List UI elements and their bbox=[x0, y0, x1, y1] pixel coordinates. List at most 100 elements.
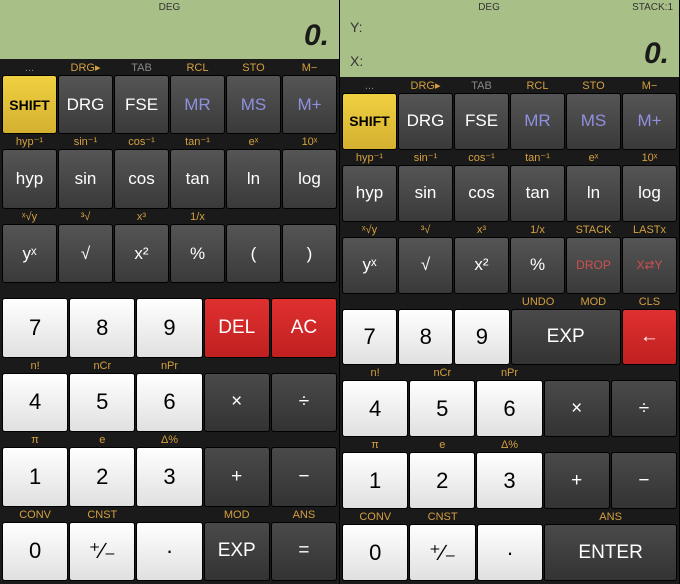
key-fse[interactable]: FSE bbox=[454, 93, 509, 150]
secondary-label: ³√ bbox=[58, 210, 113, 224]
secondary-label: x³ bbox=[114, 210, 169, 224]
key-8[interactable]: 8 bbox=[69, 298, 135, 357]
key-[interactable]: + bbox=[544, 452, 610, 509]
secondary-label: nCr bbox=[69, 359, 135, 373]
key-ms[interactable]: MS bbox=[566, 93, 621, 150]
key-5[interactable]: 5 bbox=[409, 380, 475, 437]
secondary-label bbox=[271, 433, 337, 447]
key-[interactable]: ÷ bbox=[271, 373, 337, 432]
key-exp[interactable]: EXP bbox=[204, 522, 270, 581]
key-8[interactable]: 8 bbox=[398, 309, 453, 366]
key-shift[interactable]: SHIFT bbox=[342, 93, 397, 150]
key-sin[interactable]: sin bbox=[58, 149, 113, 208]
secondary-label: ˣ√y bbox=[2, 210, 57, 224]
secondary-label: n! bbox=[2, 359, 68, 373]
key-log[interactable]: log bbox=[282, 149, 337, 208]
key-[interactable]: ⁺∕₋ bbox=[409, 524, 475, 581]
key-[interactable]: × bbox=[544, 380, 610, 437]
key-fse[interactable]: FSE bbox=[114, 75, 169, 134]
secondary-label: Δ% bbox=[476, 438, 542, 452]
secondary-label bbox=[204, 284, 270, 298]
key-[interactable]: √ bbox=[398, 237, 453, 294]
key-1[interactable]: 1 bbox=[2, 447, 68, 506]
key-[interactable]: ← bbox=[622, 309, 677, 366]
key-cos[interactable]: cos bbox=[454, 165, 509, 222]
key-3[interactable]: 3 bbox=[136, 447, 202, 506]
key-tan[interactable]: tan bbox=[170, 149, 225, 208]
key-0[interactable]: 0 bbox=[2, 522, 68, 581]
key-drop[interactable]: DROP bbox=[566, 237, 621, 294]
key-[interactable]: ( bbox=[226, 224, 281, 283]
key-0[interactable]: 0 bbox=[342, 524, 408, 581]
key-hyp[interactable]: hyp bbox=[342, 165, 397, 222]
secondary-label: 10ˣ bbox=[622, 151, 677, 165]
key-cos[interactable]: cos bbox=[114, 149, 169, 208]
key-mr[interactable]: MR bbox=[510, 93, 565, 150]
key-drg[interactable]: DRG bbox=[398, 93, 453, 150]
secondary-label: ... bbox=[2, 61, 57, 75]
key-enter[interactable]: ENTER bbox=[544, 524, 677, 581]
secondary-label: tan⁻¹ bbox=[510, 151, 565, 165]
key-[interactable]: · bbox=[136, 522, 202, 581]
key-7[interactable]: 7 bbox=[2, 298, 68, 357]
key-sin[interactable]: sin bbox=[398, 165, 453, 222]
key-del[interactable]: DEL bbox=[204, 298, 270, 357]
key-2[interactable]: 2 bbox=[69, 447, 135, 506]
secondary-label: e bbox=[69, 433, 135, 447]
key-log[interactable]: log bbox=[622, 165, 677, 222]
key-[interactable]: × bbox=[204, 373, 270, 432]
secondary-label: TAB bbox=[454, 79, 509, 93]
key-6[interactable]: 6 bbox=[476, 380, 542, 437]
key-ln[interactable]: ln bbox=[226, 149, 281, 208]
key-m[interactable]: M+ bbox=[282, 75, 337, 134]
key-6[interactable]: 6 bbox=[136, 373, 202, 432]
status-bar: DEG bbox=[0, 0, 339, 15]
key-y[interactable]: yˣ bbox=[2, 224, 57, 283]
secondary-label: n! bbox=[342, 366, 408, 380]
right-calculator: DEG STACK:1 Y: X: 0. ...SHIFTDRG▸DRGTABF… bbox=[340, 0, 680, 584]
key-[interactable]: + bbox=[204, 447, 270, 506]
key-9[interactable]: 9 bbox=[136, 298, 202, 357]
key-[interactable]: ÷ bbox=[611, 380, 677, 437]
key-ac[interactable]: AC bbox=[271, 298, 337, 357]
secondary-label: CONV bbox=[2, 508, 68, 522]
key-3[interactable]: 3 bbox=[476, 452, 542, 509]
secondary-label: STACK bbox=[566, 223, 621, 237]
key-2[interactable]: 2 bbox=[409, 452, 475, 509]
secondary-label bbox=[611, 366, 677, 380]
key-mr[interactable]: MR bbox=[170, 75, 225, 134]
key-xy[interactable]: X⇄Y bbox=[622, 237, 677, 294]
key-drg[interactable]: DRG bbox=[58, 75, 113, 134]
key-shift[interactable]: SHIFT bbox=[2, 75, 57, 134]
left-calculator: DEG 0. ...SHIFTDRG▸DRGTABFSERCLMRSTOMSM−… bbox=[0, 0, 340, 584]
key-4[interactable]: 4 bbox=[342, 380, 408, 437]
key-[interactable]: − bbox=[271, 447, 337, 506]
key-1[interactable]: 1 bbox=[342, 452, 408, 509]
key-y[interactable]: yˣ bbox=[342, 237, 397, 294]
key-exp[interactable]: EXP bbox=[511, 309, 621, 366]
key-[interactable]: ) bbox=[282, 224, 337, 283]
key-x[interactable]: x² bbox=[454, 237, 509, 294]
key-ln[interactable]: ln bbox=[566, 165, 621, 222]
secondary-label bbox=[2, 284, 68, 298]
key-hyp[interactable]: hyp bbox=[2, 149, 57, 208]
key-x[interactable]: x² bbox=[114, 224, 169, 283]
key-tan[interactable]: tan bbox=[510, 165, 565, 222]
key-[interactable]: % bbox=[510, 237, 565, 294]
secondary-label: LASTx bbox=[622, 223, 677, 237]
key-[interactable]: = bbox=[271, 522, 337, 581]
key-ms[interactable]: MS bbox=[226, 75, 281, 134]
key-[interactable]: ⁺∕₋ bbox=[69, 522, 135, 581]
key-9[interactable]: 9 bbox=[454, 309, 509, 366]
key-[interactable]: √ bbox=[58, 224, 113, 283]
key-5[interactable]: 5 bbox=[69, 373, 135, 432]
secondary-label: e bbox=[409, 438, 475, 452]
secondary-label bbox=[477, 510, 543, 524]
key-[interactable]: · bbox=[477, 524, 543, 581]
key-m[interactable]: M+ bbox=[622, 93, 677, 150]
key-[interactable]: % bbox=[170, 224, 225, 283]
key-[interactable]: − bbox=[611, 452, 677, 509]
key-4[interactable]: 4 bbox=[2, 373, 68, 432]
key-7[interactable]: 7 bbox=[342, 309, 397, 366]
secondary-label bbox=[342, 295, 397, 309]
